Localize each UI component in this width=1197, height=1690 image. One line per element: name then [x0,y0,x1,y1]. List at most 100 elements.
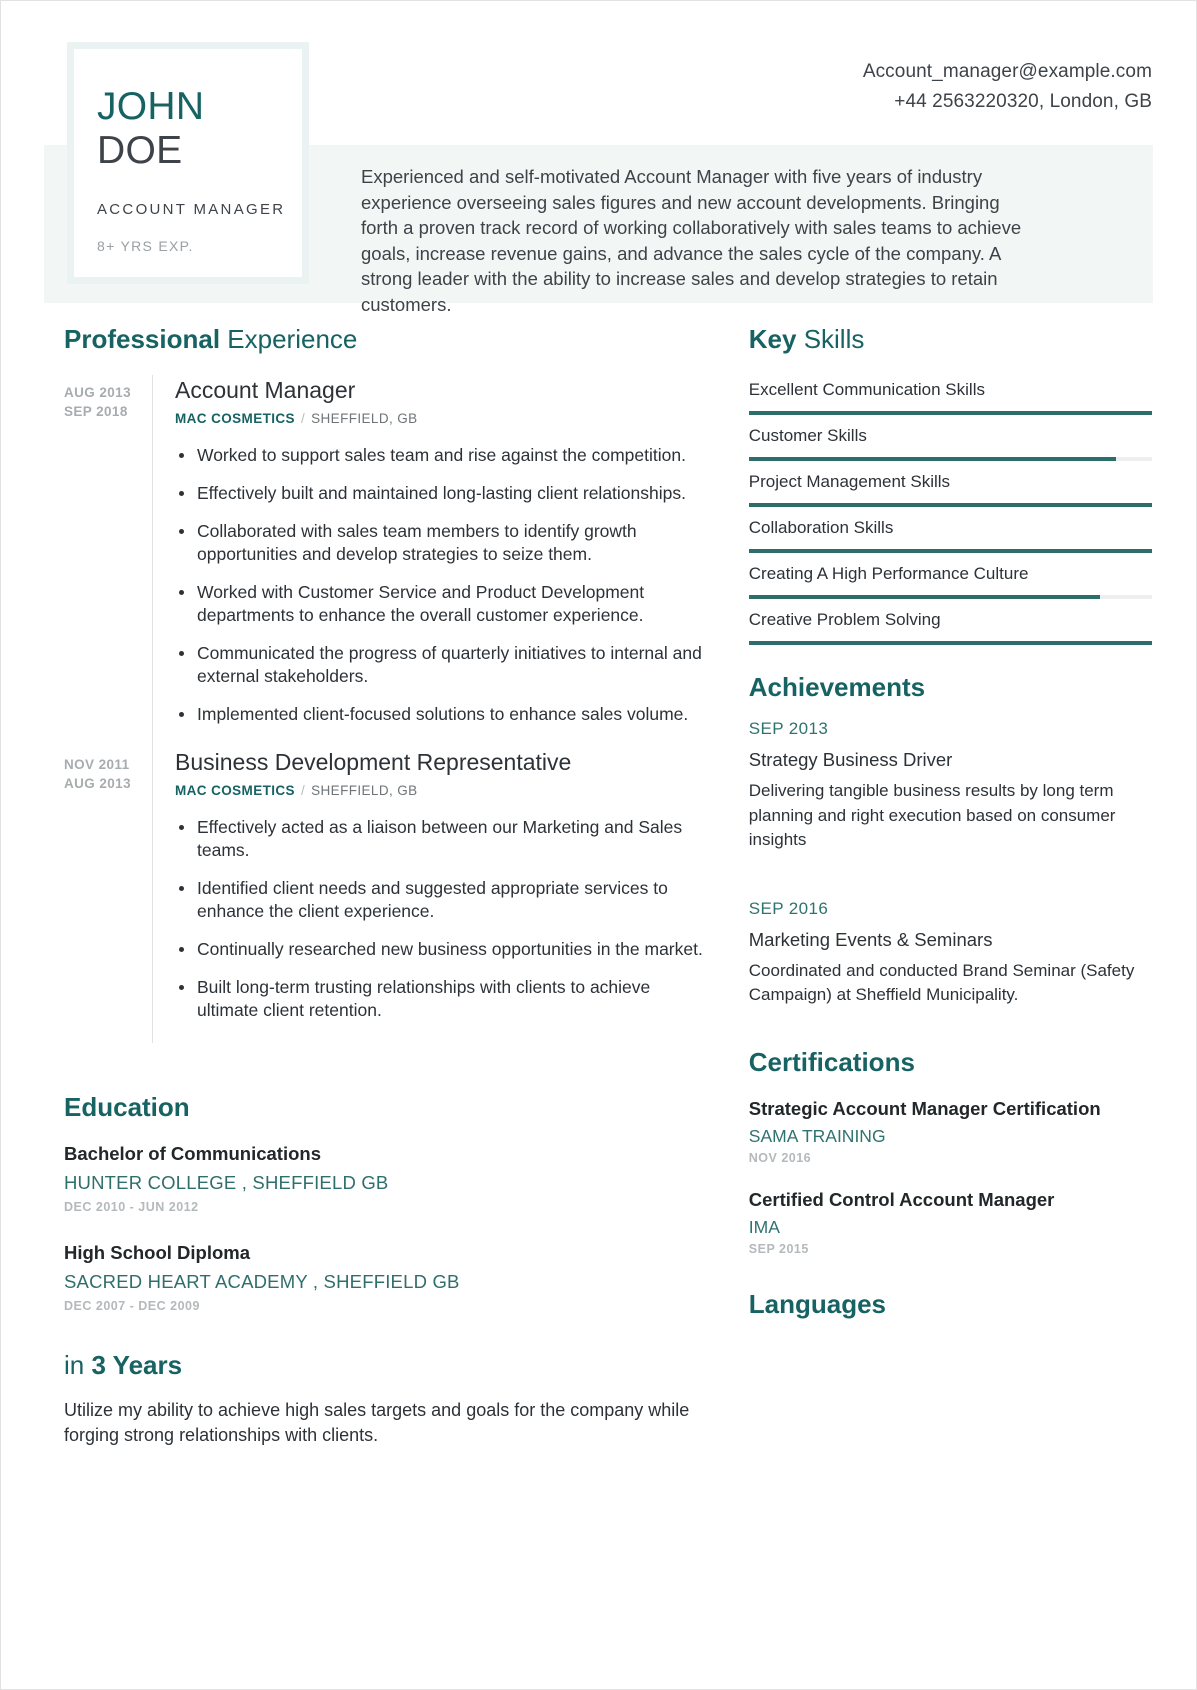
last-name: DOE [97,129,183,172]
experience-dates: AUG 2013 SEP 2018 [64,375,152,747]
experience-dates: NOV 2011 AUG 2013 [64,747,152,1043]
skill-bar-fill [748,457,1116,461]
skill-label: Project Management Skills [748,472,951,491]
certification-date: NOV 2016 [748,1150,812,1165]
skill-label: Creative Problem Solving [748,610,941,629]
achievement-date: SEP 2013 [748,719,829,738]
goal-heading-prefix: in [64,1350,92,1380]
achievement-description: Delivering tangible business results by … [748,781,1116,849]
contact-phone-location: +44 2563220320, London, GB [894,91,1152,112]
skill-bar-fill [748,549,1152,553]
achievement-description: Coordinated and conducted Brand Seminar … [748,960,1135,1005]
experience-list: AUG 2013 SEP 2018 Account Manager MAC CO… [64,375,712,1043]
certification-name: Strategic Account Manager Certification [748,1097,1101,1119]
left-column: Professional Experience AUG 2013 SEP 201… [1,323,712,1448]
certification-organization: SAMA TRAINING [748,1125,886,1146]
key-skills-heading-bold: Key [748,324,797,354]
section-heading-key-skills: Key Skills [749,323,1152,355]
experience-bullet-list: Worked to support sales team and rise ag… [175,444,712,726]
experience-separator: / [300,411,306,426]
experience-date-start: AUG 2013 [64,385,131,400]
experience-bullet: Worked to support sales team and rise ag… [175,444,712,467]
certification-organization: IMA [748,1216,780,1237]
experience-bullet: Collaborated with sales team members to … [175,520,712,566]
skill-bar-fill [748,411,1152,415]
experience-bullet: Worked with Customer Service and Product… [175,581,712,627]
key-skills-list: Excellent Communication Skills Customer … [748,369,1152,645]
education-dates: DEC 2007 - DEC 2009 [64,1299,200,1313]
skill-bar-fill [748,503,1152,507]
education-item: Bachelor of Communications HUNTER COLLEG… [64,1141,712,1214]
experience-date-start: NOV 2011 [64,757,130,772]
skill-bar-track [748,411,1152,415]
achievement-item: SEP 2016 Marketing Events & Seminars Coo… [749,897,1152,1008]
skill-label: Collaboration Skills [748,518,894,537]
experience-heading-bold: Professional [64,324,221,354]
education-school: SACRED HEART ACADEMY , SHEFFIELD GB [64,1271,460,1292]
experience-company-line: MAC COSMETICS / SHEFFIELD, GB [175,411,712,426]
experience-bullet: Effectively built and maintained long-la… [175,482,712,505]
education-degree: Bachelor of Communications [64,1143,321,1164]
experience-item: AUG 2013 SEP 2018 Account Manager MAC CO… [64,375,712,747]
skill-bar-track [748,595,1152,599]
section-heading-experience: Professional Experience [64,323,712,355]
experience-company-line: MAC COSMETICS / SHEFFIELD, GB [175,783,712,798]
certification-name: Certified Control Account Manager [748,1188,1055,1210]
achievement-item: SEP 2013 Strategy Business Driver Delive… [749,717,1152,853]
key-skills-heading-rest: Skills [796,324,865,354]
skill-bar-track [748,549,1152,553]
experience-job-title: Business Development Representative [175,749,572,775]
skill-bar-track [748,641,1152,645]
skill-bar-track [748,503,1152,507]
skill-bar-fill [748,595,1100,599]
professional-summary: Experienced and self-motivated Account M… [361,166,1022,315]
experience-bullet: Built long-term trusting relationships w… [175,976,712,1022]
experience-job-title: Account Manager [175,377,356,403]
experience-heading-rest: Experience [220,324,358,354]
experience-company: MAC COSMETICS [175,411,295,426]
job-role-title: ACCOUNT MANAGER [97,201,286,218]
skill-item: Project Management Skills [748,461,1152,507]
goal-heading-bold: 3 Years [91,1350,183,1380]
section-heading-achievements: Achievements [748,672,926,702]
skill-label: Creating A High Performance Culture [748,564,1029,583]
achievement-title: Marketing Events & Seminars [748,928,993,950]
experience-location: SHEFFIELD, GB [311,783,418,798]
achievement-date: SEP 2016 [748,898,829,918]
achievement-title: Strategy Business Driver [748,749,953,770]
experience-date-end: SEP 2018 [64,404,128,419]
certification-date: SEP 2015 [748,1241,809,1256]
years-experience: 8+ YRS EXP. [97,238,194,254]
experience-bullet: Implemented client-focused solutions to … [175,703,712,726]
section-heading-education: Education [64,1092,190,1122]
experience-bullet-list: Effectively acted as a liaison between o… [175,816,712,1022]
resume-body: Professional Experience AUG 2013 SEP 201… [1,323,1196,1448]
experience-location: SHEFFIELD, GB [311,411,418,426]
education-degree: High School Diploma [64,1242,251,1263]
right-column: Key Skills Excellent Communication Skill… [712,323,1196,1448]
first-name: JOHN [97,85,205,128]
experience-details: Account Manager MAC COSMETICS / SHEFFIELD,… [153,375,712,747]
certification-item: Certified Control Account Manager IMA SE… [749,1187,1152,1256]
experience-bullet: Continually researched new business oppo… [175,938,712,961]
name-card-inner: JOHN DOE ACCOUNT MANAGER 8+ YRS EXP. [74,49,302,277]
experience-item: NOV 2011 AUG 2013 Business Development R… [64,747,712,1043]
experience-bullet: Identified client needs and suggested ap… [175,877,712,923]
skill-item: Customer Skills [748,415,1152,461]
certification-item: Strategic Account Manager Certification … [749,1096,1152,1165]
skill-bar-fill [748,641,1152,645]
section-heading-goal: in 3 Years [64,1349,712,1381]
goal-description: Utilize my ability to achieve high sales… [64,1400,690,1445]
contact-block: Account_manager@example.com +44 25632203… [863,57,1152,117]
experience-company: MAC COSMETICS [175,783,295,798]
achievements-list: SEP 2013 Strategy Business Driver Delive… [749,717,1152,1008]
skill-item: Creative Problem Solving [748,599,1152,645]
skill-item: Creating A High Performance Culture [748,553,1152,599]
resume-page: Account_manager@example.com +44 25632203… [0,0,1197,1690]
education-item: High School Diploma SACRED HEART ACADEMY… [64,1240,712,1313]
experience-separator: / [300,783,306,798]
experience-details: Business Development Representative MAC … [153,747,712,1043]
section-heading-certifications: Certifications [748,1046,915,1077]
experience-date-end: AUG 2013 [64,776,131,791]
section-heading-languages: Languages [748,1288,887,1319]
